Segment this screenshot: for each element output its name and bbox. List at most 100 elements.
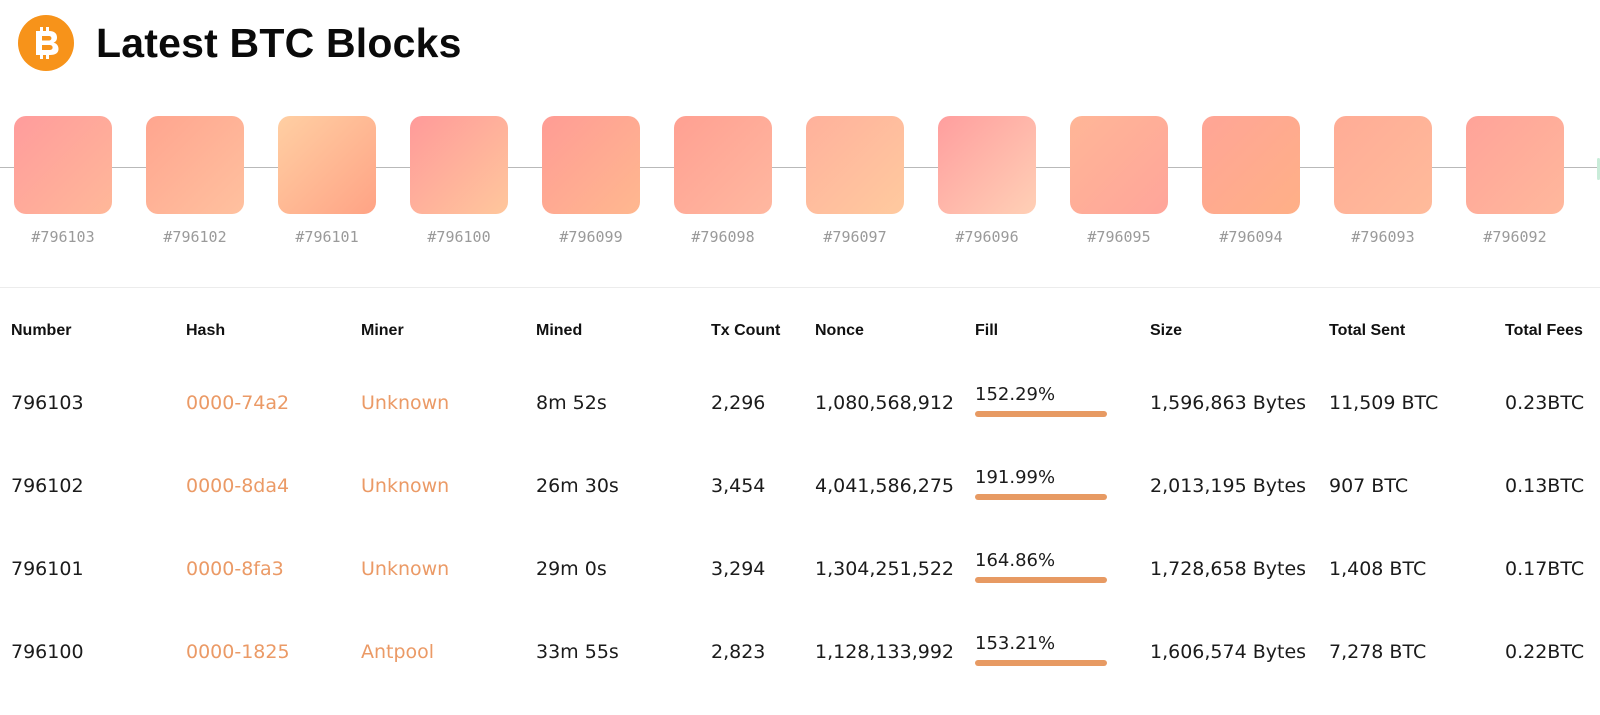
header-mined: Mined (536, 322, 583, 339)
block-hash-link[interactable]: 0000-1825 (186, 641, 290, 663)
nonce: 1,080,568,912 (815, 392, 955, 414)
block-chain-strip: #796103 #796102 #796101 #796100 #796099 … (0, 108, 1600, 258)
table-row: 796100 0000-1825 Antpool 33m 55s 2,823 1… (0, 611, 1600, 694)
total-fees: 0.23BTC (1505, 392, 1585, 414)
tx-count: 2,823 (711, 641, 766, 663)
header-number: Number (11, 322, 72, 339)
header-total-sent: Total Sent (1329, 322, 1406, 339)
miner-link[interactable]: Antpool (361, 641, 434, 663)
block-label: #796093 (1351, 228, 1415, 246)
fill-progress-bar (975, 494, 1107, 500)
miner-link[interactable]: Unknown (361, 392, 449, 414)
mined-time: 29m 0s (536, 558, 607, 580)
block-tile-item[interactable]: #796100 (410, 116, 508, 246)
tx-count: 3,294 (711, 558, 766, 580)
total-fees: 0.13BTC (1505, 475, 1585, 497)
block-tile[interactable] (14, 116, 112, 214)
block-size: 1,606,574 Bytes (1150, 641, 1307, 663)
block-tile[interactable] (542, 116, 640, 214)
header-miner: Miner (361, 322, 404, 339)
block-hash-link[interactable]: 0000-8da4 (186, 475, 289, 497)
block-tile[interactable] (146, 116, 244, 214)
block-tile-item[interactable]: #796102 (146, 116, 244, 246)
block-tile-item[interactable]: #796095 (1070, 116, 1168, 246)
block-tile[interactable] (1070, 116, 1168, 214)
fill-percentage: 191.99% (975, 467, 1056, 488)
block-number: 796102 (11, 475, 84, 497)
total-sent: 11,509 BTC (1329, 392, 1439, 414)
block-label: #796101 (295, 228, 359, 246)
table-row: 796101 0000-8fa3 Unknown 29m 0s 3,294 1,… (0, 528, 1600, 611)
nonce: 4,041,586,275 (815, 475, 955, 497)
nonce: 1,128,133,992 (815, 641, 955, 663)
blocks-table: Number Hash Miner Mined Tx Count Nonce F… (0, 300, 1600, 694)
tx-count: 2,296 (711, 392, 766, 414)
fill-percentage: 152.29% (975, 384, 1056, 405)
block-tile[interactable] (278, 116, 376, 214)
bitcoin-icon (18, 15, 74, 71)
mined-time: 33m 55s (536, 641, 619, 663)
block-size: 2,013,195 Bytes (1150, 475, 1307, 497)
block-label: #796092 (1483, 228, 1547, 246)
fill-cell: 191.99% (975, 467, 1107, 500)
block-tile[interactable] (1202, 116, 1300, 214)
section-divider (0, 287, 1600, 288)
block-label: #796095 (1087, 228, 1151, 246)
total-sent: 7,278 BTC (1329, 641, 1427, 663)
fill-progress-bar (975, 411, 1107, 417)
block-number: 796103 (11, 392, 84, 414)
fill-cell: 153.21% (975, 633, 1107, 666)
block-tile-item[interactable]: #796096 (938, 116, 1036, 246)
header-hash: Hash (186, 322, 226, 339)
header-tx-count: Tx Count (711, 322, 781, 339)
header-fill: Fill (975, 322, 999, 339)
block-number: 796100 (11, 641, 84, 663)
block-label: #796094 (1219, 228, 1283, 246)
block-label: #796100 (427, 228, 491, 246)
page-header: Latest BTC Blocks (18, 14, 462, 72)
block-tile[interactable] (410, 116, 508, 214)
block-tile-item[interactable]: #796093 (1334, 116, 1432, 246)
table-row: 796103 0000-74a2 Unknown 8m 52s 2,296 1,… (0, 362, 1600, 445)
block-tile[interactable] (938, 116, 1036, 214)
block-tile[interactable] (1466, 116, 1564, 214)
nonce: 1,304,251,522 (815, 558, 955, 580)
block-tile-item[interactable]: #796098 (674, 116, 772, 246)
page-title: Latest BTC Blocks (96, 19, 462, 66)
block-number: 796101 (11, 558, 84, 580)
total-fees: 0.22BTC (1505, 641, 1585, 663)
block-tile[interactable] (674, 116, 772, 214)
fill-percentage: 153.21% (975, 633, 1056, 654)
block-tile-item[interactable]: #796099 (542, 116, 640, 246)
total-sent: 1,408 BTC (1329, 558, 1427, 580)
block-label: #796103 (31, 228, 95, 246)
block-tile-item[interactable]: #796101 (278, 116, 376, 246)
table-row: 796102 0000-8da4 Unknown 26m 30s 3,454 4… (0, 445, 1600, 528)
table-header-row: Number Hash Miner Mined Tx Count Nonce F… (0, 300, 1600, 362)
block-tile-item[interactable]: #796092 (1466, 116, 1564, 246)
fill-progress-bar (975, 577, 1107, 583)
mined-time: 26m 30s (536, 475, 619, 497)
block-tile[interactable] (806, 116, 904, 214)
block-size: 1,596,863 Bytes (1150, 392, 1307, 414)
block-label: #796096 (955, 228, 1019, 246)
block-tile-item[interactable]: #796103 (14, 116, 112, 246)
header-nonce: Nonce (815, 322, 864, 339)
fill-progress-bar (975, 660, 1107, 666)
block-label: #796099 (559, 228, 623, 246)
block-tile[interactable] (1334, 116, 1432, 214)
block-label: #796097 (823, 228, 887, 246)
block-tile-item[interactable]: #796094 (1202, 116, 1300, 246)
block-hash-link[interactable]: 0000-74a2 (186, 392, 289, 414)
miner-link[interactable]: Unknown (361, 475, 449, 497)
header-size: Size (1150, 322, 1183, 339)
block-size: 1,728,658 Bytes (1150, 558, 1307, 580)
total-fees: 0.17BTC (1505, 558, 1585, 580)
total-sent: 907 BTC (1329, 475, 1409, 497)
fill-percentage: 164.86% (975, 550, 1056, 571)
miner-link[interactable]: Unknown (361, 558, 449, 580)
block-hash-link[interactable]: 0000-8fa3 (186, 558, 284, 580)
block-label: #796098 (691, 228, 755, 246)
block-label: #796102 (163, 228, 227, 246)
block-tile-item[interactable]: #796097 (806, 116, 904, 246)
